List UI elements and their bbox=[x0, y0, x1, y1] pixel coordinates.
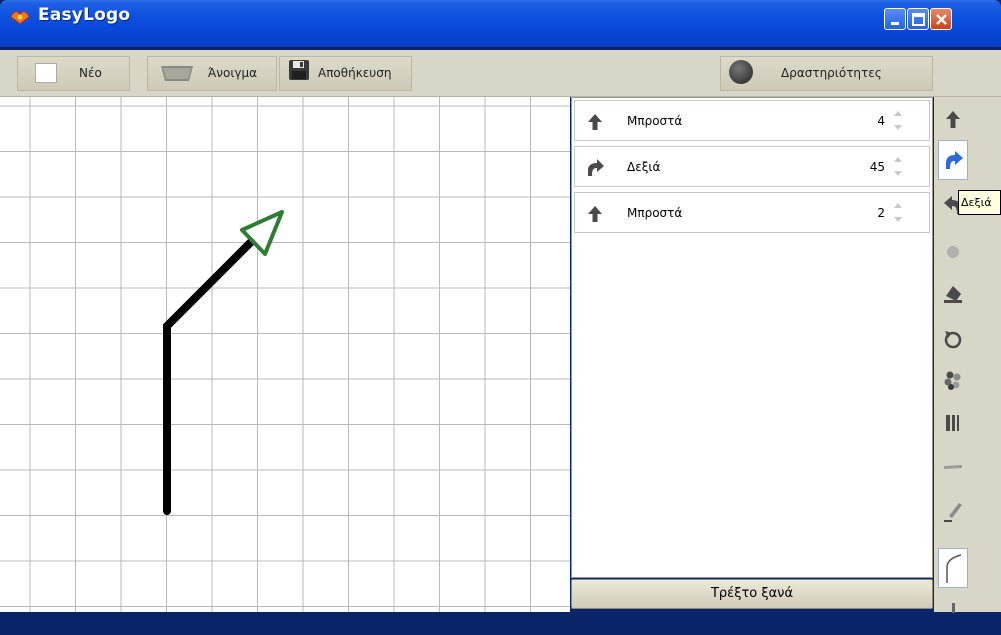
new-button[interactable]: Νέο bbox=[17, 56, 130, 91]
command-row[interactable]: Μπροστά 2 bbox=[574, 192, 930, 233]
curve-icon bbox=[946, 554, 962, 583]
turn-right-icon bbox=[588, 159, 604, 176]
tool-fill-button[interactable] bbox=[938, 274, 968, 314]
more-icon bbox=[952, 603, 955, 613]
command-value[interactable]: 4 bbox=[851, 114, 885, 128]
command-label: Μπροστά bbox=[627, 206, 683, 220]
spinner-arrows-icon[interactable] bbox=[891, 151, 905, 183]
tool-forward-button[interactable] bbox=[938, 100, 968, 140]
tool-pen-button[interactable] bbox=[938, 491, 968, 531]
maximize-icon bbox=[912, 13, 925, 26]
app-logo-icon bbox=[10, 11, 30, 25]
save-button[interactable]: Αποθήκευση bbox=[279, 56, 412, 91]
tool-more-button[interactable] bbox=[938, 595, 968, 635]
app-window: EasyLogo Νέο Άνοιγμα Αποθήκευση Δραστηρι… bbox=[0, 0, 1001, 613]
minimize-button[interactable] bbox=[884, 8, 906, 30]
toolbar: Νέο Άνοιγμα Αποθήκευση Δραστηριότητες bbox=[0, 50, 1001, 97]
maximize-button[interactable] bbox=[907, 8, 929, 30]
fill-bucket-icon bbox=[944, 286, 962, 303]
window-title: EasyLogo bbox=[38, 5, 131, 25]
activities-button[interactable]: Δραστηριότητες bbox=[720, 56, 933, 91]
tool-repeat-button[interactable] bbox=[938, 319, 968, 359]
tool-turn-right-button[interactable] bbox=[938, 140, 968, 180]
close-icon bbox=[936, 14, 947, 25]
spinner-arrows-icon[interactable] bbox=[891, 105, 905, 137]
tooltip: Δεξιά bbox=[958, 190, 1001, 215]
run-again-button[interactable]: Τρέξτο ξανά bbox=[571, 579, 933, 609]
command-label: Δεξιά bbox=[627, 160, 661, 174]
color-palette-icon bbox=[944, 371, 961, 390]
floppy-disk-icon bbox=[289, 60, 309, 80]
close-button[interactable] bbox=[930, 8, 952, 30]
open-button[interactable]: Άνοιγμα bbox=[147, 56, 277, 91]
forward-icon bbox=[946, 111, 960, 128]
open-label: Άνοιγμα bbox=[208, 66, 258, 80]
command-row[interactable]: Δεξιά 45 bbox=[574, 146, 930, 187]
new-label: Νέο bbox=[79, 66, 102, 80]
arrow-up-icon bbox=[588, 114, 602, 130]
tool-sidebar bbox=[934, 97, 1001, 613]
canvas-grid bbox=[0, 97, 570, 612]
arrow-up-icon bbox=[588, 206, 602, 222]
tool-line-style-button[interactable] bbox=[938, 447, 968, 487]
drawing-canvas[interactable] bbox=[0, 97, 570, 612]
turn-right-icon bbox=[946, 151, 963, 169]
title-bar[interactable]: EasyLogo bbox=[0, 0, 1001, 47]
spinner-arrows-icon[interactable] bbox=[891, 197, 905, 229]
tool-pen-width-button[interactable] bbox=[938, 403, 968, 443]
pen-icon bbox=[944, 503, 962, 522]
command-row[interactable]: Μπροστά 4 bbox=[574, 100, 930, 141]
tool-color-button[interactable] bbox=[938, 360, 968, 400]
save-label: Αποθήκευση bbox=[318, 66, 392, 80]
command-value[interactable]: 2 bbox=[851, 206, 885, 220]
activities-icon bbox=[729, 60, 753, 84]
repeat-icon bbox=[944, 331, 962, 349]
line-style-icon bbox=[944, 465, 962, 469]
command-value[interactable]: 45 bbox=[851, 160, 885, 174]
command-label: Μπροστά bbox=[627, 114, 683, 128]
new-file-icon bbox=[35, 63, 57, 83]
folder-icon bbox=[161, 66, 193, 81]
tool-pen-dot-button[interactable] bbox=[938, 232, 968, 272]
minimize-icon bbox=[891, 22, 899, 25]
pen-dot-icon bbox=[947, 246, 959, 258]
activities-label: Δραστηριότητες bbox=[781, 66, 882, 80]
command-list[interactable]: Μπροστά 4 Δεξιά 45 Μπροστά 2 bbox=[571, 97, 933, 578]
tool-curve-button[interactable] bbox=[938, 548, 968, 588]
pen-width-icon bbox=[946, 415, 959, 431]
